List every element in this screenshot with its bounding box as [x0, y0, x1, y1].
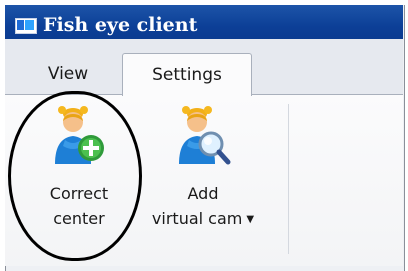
person-add-icon [55, 106, 104, 164]
correct-center-label-line1: Correct [49, 184, 109, 203]
tab-view[interactable]: View [22, 54, 114, 94]
add-virtual-cam-label-line2: virtual cam [151, 209, 243, 228]
person-search-icon [179, 106, 231, 165]
correct-center-button[interactable]: Correct center [23, 100, 135, 250]
correct-center-label-line2: center [53, 209, 105, 228]
tab-settings[interactable]: Settings [122, 53, 252, 96]
add-virtual-cam-label-line1: Add [187, 184, 219, 203]
window-title: Fish eye client [43, 14, 198, 36]
ribbon-panel: Correct center Add virtual cam ▼ [5, 94, 403, 266]
app-window-icon [15, 18, 37, 34]
dropdown-arrow-icon[interactable]: ▼ [246, 214, 254, 225]
add-virtual-cam-button[interactable]: Add virtual cam ▼ [133, 100, 273, 250]
ribbon-group-separator [288, 104, 289, 254]
